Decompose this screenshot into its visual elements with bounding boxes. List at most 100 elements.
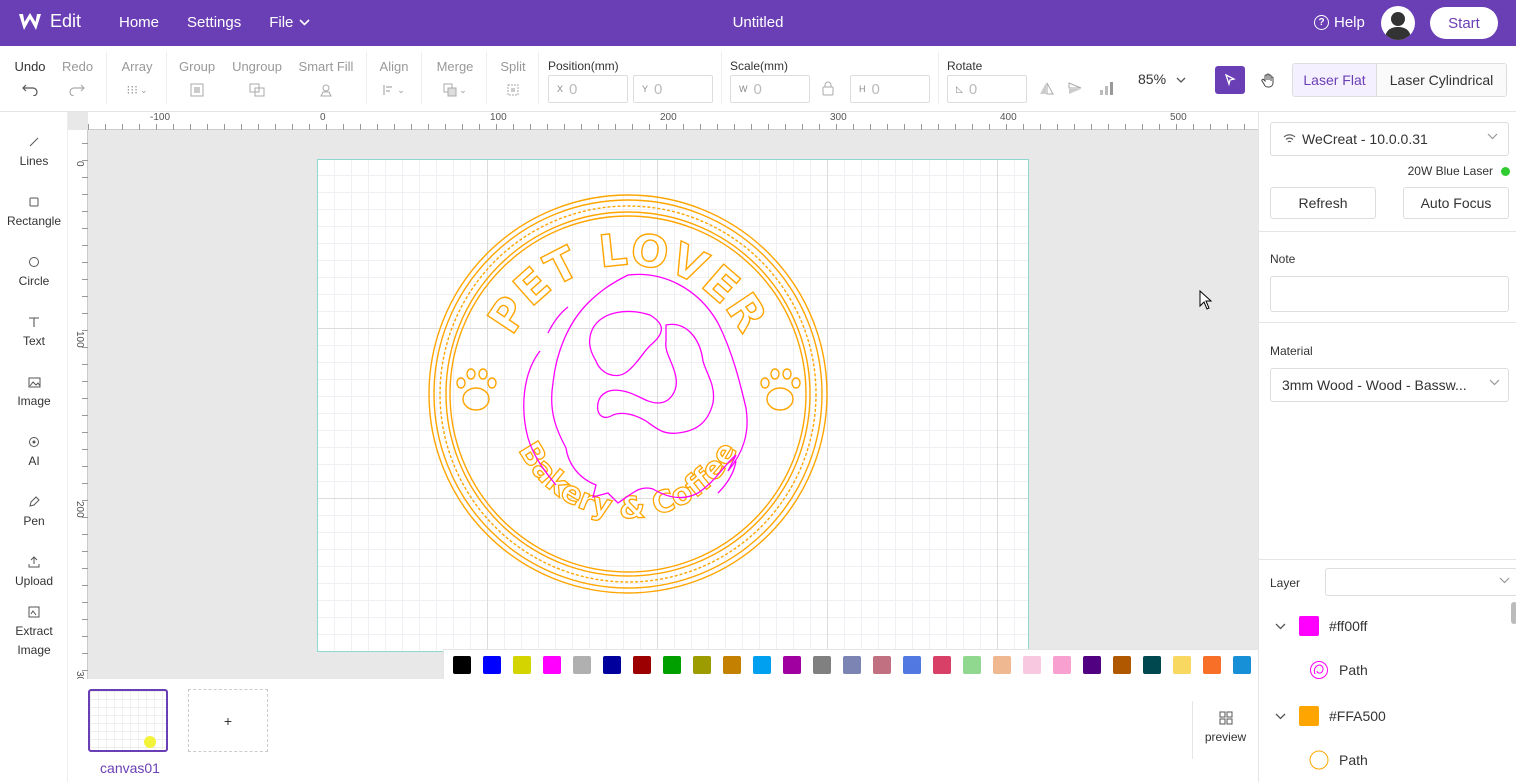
scale-w-input[interactable]: W 0 <box>730 75 810 103</box>
position-y-input[interactable]: Y 0 <box>633 75 713 103</box>
layer-row-orange[interactable]: #FFA500 <box>1259 694 1516 738</box>
ungroup-button[interactable]: Ungroup <box>231 59 283 98</box>
color-swatch[interactable] <box>1083 655 1101 674</box>
array-label: Array <box>121 59 153 74</box>
tool-extract-image[interactable]: Extract Image <box>0 604 68 660</box>
group-button[interactable]: Group <box>179 59 215 98</box>
note-textarea[interactable] <box>1270 276 1509 312</box>
help-link[interactable]: ? Help <box>1314 14 1365 31</box>
tab-laser-flat[interactable]: Laser Flat <box>1293 64 1377 96</box>
zoom-dropdown[interactable]: 85% <box>1138 71 1186 87</box>
array-button[interactable]: Array ⁝⁝⁝ ⌄ <box>121 59 153 98</box>
refresh-button[interactable]: Refresh <box>1270 187 1376 219</box>
layer-color-swatch[interactable] <box>1299 706 1319 726</box>
position-x-input[interactable]: X 0 <box>548 75 628 103</box>
add-canvas-button[interactable]: + <box>188 689 268 752</box>
toolbar-divider <box>721 52 722 104</box>
merge-icon <box>443 83 457 97</box>
color-swatch[interactable] <box>663 655 681 674</box>
color-swatch[interactable] <box>813 655 831 674</box>
chevron-down-icon <box>1275 713 1285 719</box>
color-swatch[interactable] <box>903 655 921 674</box>
redo-button[interactable]: Redo <box>62 59 93 98</box>
app-logo[interactable]: Edit <box>18 11 81 32</box>
layer-path-item[interactable]: Path <box>1259 648 1516 692</box>
tool-upload[interactable]: Upload <box>0 554 68 591</box>
material-select[interactable]: 3mm Wood - Wood - Bassw... <box>1270 368 1509 402</box>
color-swatch[interactable] <box>603 655 621 674</box>
device-select[interactable]: WeCreat - 10.0.0.31 <box>1270 122 1509 156</box>
ungroup-icon <box>249 83 265 97</box>
chevron-down-icon <box>1275 623 1285 629</box>
color-swatch[interactable] <box>1023 655 1041 674</box>
app-label: Edit <box>50 11 82 31</box>
tool-lines[interactable]: Lines <box>0 134 68 171</box>
color-swatch[interactable] <box>573 655 591 674</box>
color-swatch[interactable] <box>1113 655 1131 674</box>
preview-label: preview <box>1204 730 1247 744</box>
top-bar: Edit Home Settings File Untitled ? Help … <box>0 0 1516 46</box>
color-swatch[interactable] <box>483 655 501 674</box>
preview-button[interactable]: preview <box>1192 701 1258 759</box>
canvas-thumbnail-label[interactable]: canvas01 <box>88 760 172 776</box>
nav-file[interactable]: File <box>269 14 310 31</box>
color-swatch[interactable] <box>723 655 741 674</box>
merge-button[interactable]: Merge ⌄ <box>436 59 474 98</box>
color-swatch[interactable] <box>873 655 891 674</box>
ai-brain-icon <box>29 437 39 447</box>
start-button[interactable]: Start <box>1430 7 1498 39</box>
canvas-thumbnail[interactable] <box>88 689 168 752</box>
laser-module-name: 20W Blue Laser <box>1407 164 1493 178</box>
layer-color-swatch[interactable] <box>1299 616 1319 636</box>
nav-home[interactable]: Home <box>119 14 159 31</box>
layer-collapse-toggle[interactable] <box>1259 623 1299 630</box>
tool-text[interactable]: Text <box>0 314 68 351</box>
color-swatch[interactable] <box>1053 655 1071 674</box>
layer-row-magenta[interactable]: #ff00ff <box>1259 604 1516 648</box>
color-swatch[interactable] <box>453 655 471 674</box>
rotate-input[interactable]: ◺ 0 <box>947 75 1027 103</box>
tool-image[interactable]: Image <box>0 374 68 411</box>
color-swatch[interactable] <box>933 655 951 674</box>
tool-ai[interactable]: AI <box>0 434 68 471</box>
color-swatch[interactable] <box>843 655 861 674</box>
color-swatch[interactable] <box>753 655 771 674</box>
canvas-area[interactable]: -100 0 100 200 300 400 500 0 100 200 30 … <box>68 112 1258 679</box>
color-swatch[interactable] <box>693 655 711 674</box>
tool-rectangle[interactable]: Rectangle <box>0 194 68 231</box>
select-tool-button[interactable] <box>1215 66 1245 94</box>
layer-label: Layer <box>1270 576 1301 590</box>
color-swatch[interactable] <box>513 655 531 674</box>
layer-collapse-toggle[interactable] <box>1259 713 1299 720</box>
lock-ratio-toggle[interactable] <box>822 81 834 101</box>
layer-path-item[interactable]: Path <box>1259 738 1516 782</box>
auto-focus-button[interactable]: Auto Focus <box>1403 187 1509 219</box>
pet-lover-badge-design[interactable]: PET LOVER Bakery & Coffee <box>428 193 828 597</box>
color-swatch[interactable] <box>1203 655 1221 674</box>
arrange-button[interactable] <box>1099 81 1114 101</box>
ruler-label: -100 <box>150 112 171 123</box>
color-swatch[interactable] <box>783 655 801 674</box>
color-swatch[interactable] <box>993 655 1011 674</box>
user-avatar[interactable] <box>1381 6 1415 40</box>
tool-circle[interactable]: Circle <box>0 254 68 291</box>
color-swatch[interactable] <box>543 655 561 674</box>
nav-settings[interactable]: Settings <box>187 14 241 31</box>
flip-vertical-button[interactable] <box>1068 82 1082 100</box>
scale-h-input[interactable]: H 0 <box>850 75 930 103</box>
flip-horizontal-button[interactable] <box>1039 82 1054 100</box>
align-button[interactable]: Align ⌄ <box>379 59 409 98</box>
smart-fill-button[interactable]: Smart Fill <box>298 59 354 98</box>
pan-tool-button[interactable] <box>1256 66 1280 94</box>
color-swatch[interactable] <box>1173 655 1191 674</box>
color-swatch[interactable] <box>1233 655 1251 674</box>
tab-laser-cylindrical[interactable]: Laser Cylindrical <box>1377 64 1506 96</box>
color-swatch[interactable] <box>633 655 651 674</box>
layer-select[interactable] <box>1325 568 1516 596</box>
tool-pen[interactable]: Pen <box>0 494 68 531</box>
split-button[interactable]: Split <box>500 59 526 98</box>
color-swatch[interactable] <box>963 655 981 674</box>
undo-button[interactable]: Undo <box>14 59 46 98</box>
laser-status: 20W Blue Laser <box>1408 164 1510 178</box>
color-swatch[interactable] <box>1143 655 1161 674</box>
